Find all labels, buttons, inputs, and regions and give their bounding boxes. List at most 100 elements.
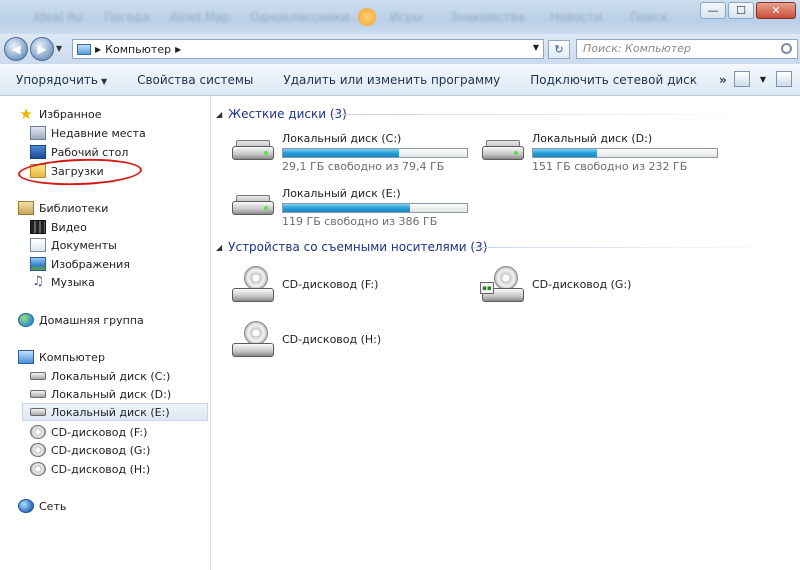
maximize-button[interactable]: ☐: [728, 2, 754, 19]
view-dropdown-icon[interactable]: ▼: [760, 75, 766, 84]
nav-video[interactable]: Видео: [30, 218, 87, 236]
group-title: Жесткие диски (3): [228, 107, 347, 121]
hard-drive-icon: [30, 408, 46, 416]
drive-name: CD-дисковод (F:): [282, 278, 379, 291]
drive-e-tile[interactable]: Локальный диск (E:) 119 ГБ свободно из 3…: [230, 187, 470, 229]
ghost-tab: Игры: [390, 10, 423, 24]
drive-name: Локальный диск (C:): [282, 132, 402, 145]
libraries-icon: [18, 201, 34, 215]
ghost-tab: Одноклассники: [250, 10, 350, 24]
search-input[interactable]: Поиск: Компьютер: [576, 39, 798, 59]
drive-name: Локальный диск (D:): [532, 132, 653, 145]
address-bar[interactable]: ▶ Компьютер ▶ ▼: [72, 39, 544, 59]
forward-button[interactable]: ▶: [30, 37, 54, 61]
nav-cd-f[interactable]: CD-дисковод (F:): [30, 423, 147, 441]
cd-g-tile[interactable]: ▪▪ CD-дисковод (G:): [480, 266, 720, 308]
nav-label: Домашняя группа: [39, 313, 144, 327]
music-icon: ♫: [32, 274, 44, 289]
drive-name: CD-дисковод (H:): [282, 333, 382, 346]
nav-music[interactable]: ♫ Музыка: [30, 273, 95, 291]
usage-fill: [283, 149, 399, 157]
nav-pictures[interactable]: Изображения: [30, 255, 130, 273]
pictures-icon: [30, 257, 46, 271]
nav-label: Музыка: [51, 275, 95, 289]
group-title: Устройства со съемными носителями (3): [228, 240, 488, 254]
window-controls: — ☐ ✕: [700, 2, 796, 19]
usage-bar: [282, 148, 468, 158]
drive-d-tile[interactable]: Локальный диск (D:) 151 ГБ свободно из 2…: [480, 132, 720, 174]
change-view-icon[interactable]: [733, 71, 750, 87]
hard-drive-icon: [30, 390, 46, 398]
command-bar: Упорядочить ▼ Свойства системы Удалить ил…: [0, 64, 800, 96]
nav-label: CD-дисковод (F:): [51, 425, 148, 439]
system-properties-button[interactable]: Свойства системы: [107, 73, 253, 87]
ghost-tab: Ainet Map: [170, 10, 231, 24]
cd-h-tile[interactable]: CD-дисковод (H:): [230, 321, 470, 363]
cd-drive-icon: [30, 462, 46, 476]
more-commands-button[interactable]: »: [697, 73, 727, 87]
nav-label: CD-дисковод (H:): [51, 462, 151, 476]
preview-pane-icon[interactable]: [776, 71, 792, 87]
map-network-drive-button[interactable]: Подключить сетевой диск: [500, 73, 697, 87]
minimize-button[interactable]: —: [700, 2, 726, 19]
nav-cd-h[interactable]: CD-дисковод (H:): [30, 460, 150, 478]
nav-label: Недавние места: [51, 126, 146, 140]
group-divider: [474, 247, 792, 248]
star-icon: ★: [19, 105, 33, 123]
cd-drive-icon: [230, 321, 276, 361]
network-icon: [18, 499, 34, 513]
virtual-drive-badge-icon: ▪▪: [480, 282, 494, 294]
usage-fill: [533, 149, 598, 157]
nav-recent-places[interactable]: Недавние места: [30, 124, 146, 142]
history-dropdown-icon[interactable]: ▼: [56, 44, 62, 53]
hard-drive-icon: [230, 138, 276, 162]
hard-drive-icon: [230, 193, 276, 217]
nav-network[interactable]: Сеть: [18, 497, 66, 515]
nav-computer[interactable]: Компьютер: [18, 348, 105, 366]
address-dropdown-icon[interactable]: ▼: [533, 43, 539, 52]
nav-drive-d[interactable]: Локальный диск (D:): [30, 385, 171, 403]
free-space-text: 119 ГБ свободно из 386 ГБ: [282, 215, 438, 228]
usage-bar: [282, 203, 468, 213]
nav-homegroup[interactable]: Домашняя группа: [18, 311, 144, 329]
nav-drive-e[interactable]: Локальный диск (E:): [22, 403, 208, 421]
nav-favorites[interactable]: ★ Избранное: [18, 105, 101, 123]
drive-name: CD-дисковод (G:): [532, 278, 632, 291]
nav-libraries[interactable]: Библиотеки: [18, 199, 108, 217]
nav-drive-c[interactable]: Локальный диск (C:): [30, 367, 170, 385]
collapse-triangle-icon[interactable]: ◢: [216, 243, 222, 252]
collapse-triangle-icon[interactable]: ◢: [216, 110, 222, 119]
nav-label: Локальный диск (C:): [51, 369, 171, 383]
usage-bar: [532, 148, 718, 158]
nav-label: Документы: [51, 238, 117, 252]
arrow-right-icon: ▶: [37, 42, 47, 56]
breadcrumb-computer[interactable]: Компьютер: [105, 43, 171, 56]
computer-icon: [18, 350, 34, 364]
arrow-left-icon: ◀: [11, 42, 21, 56]
free-space-text: 29,1 ГБ свободно из 79,4 ГБ: [282, 160, 445, 173]
cd-f-tile[interactable]: CD-дисковод (F:): [230, 266, 470, 308]
back-button[interactable]: ◀: [4, 37, 28, 61]
content-pane: ◢ Жесткие диски (3) Локальный диск (C:) …: [212, 96, 800, 570]
drive-c-tile[interactable]: Локальный диск (C:) 29,1 ГБ свободно из …: [230, 132, 470, 174]
desktop-icon: [30, 145, 46, 159]
uninstall-program-button[interactable]: Удалить или изменить программу: [253, 73, 500, 87]
breadcrumb-arrow-icon[interactable]: ▶: [95, 45, 101, 54]
ghost-tab: Ideal Ru: [34, 10, 83, 24]
organize-button[interactable]: Упорядочить ▼: [0, 73, 107, 87]
nav-label: Компьютер: [39, 350, 105, 364]
nav-label: Рабочий стол: [51, 145, 129, 159]
nav-documents[interactable]: Документы: [30, 236, 117, 254]
group-header-hard-drives[interactable]: ◢ Жесткие диски (3): [216, 105, 347, 123]
recent-places-icon: [30, 126, 46, 140]
group-header-removable[interactable]: ◢ Устройства со съемными носителями (3): [216, 238, 487, 256]
title-bar: Ideal Ru Погода Ainet Map Одноклассники …: [0, 0, 800, 34]
breadcrumb-arrow-icon[interactable]: ▶: [175, 45, 181, 54]
refresh-button[interactable]: ↻: [548, 40, 570, 59]
address-row: ◀ ▶ ▼ ▶ Компьютер ▶ ▼ ↻ Поиск: Компьютер: [0, 34, 800, 64]
close-button[interactable]: ✕: [756, 2, 796, 19]
cd-drive-icon: [230, 266, 276, 306]
nav-cd-g[interactable]: CD-дисковод (G:): [30, 441, 150, 459]
free-space-text: 151 ГБ свободно из 232 ГБ: [532, 160, 688, 173]
nav-label: Локальный диск (E:): [51, 405, 170, 419]
